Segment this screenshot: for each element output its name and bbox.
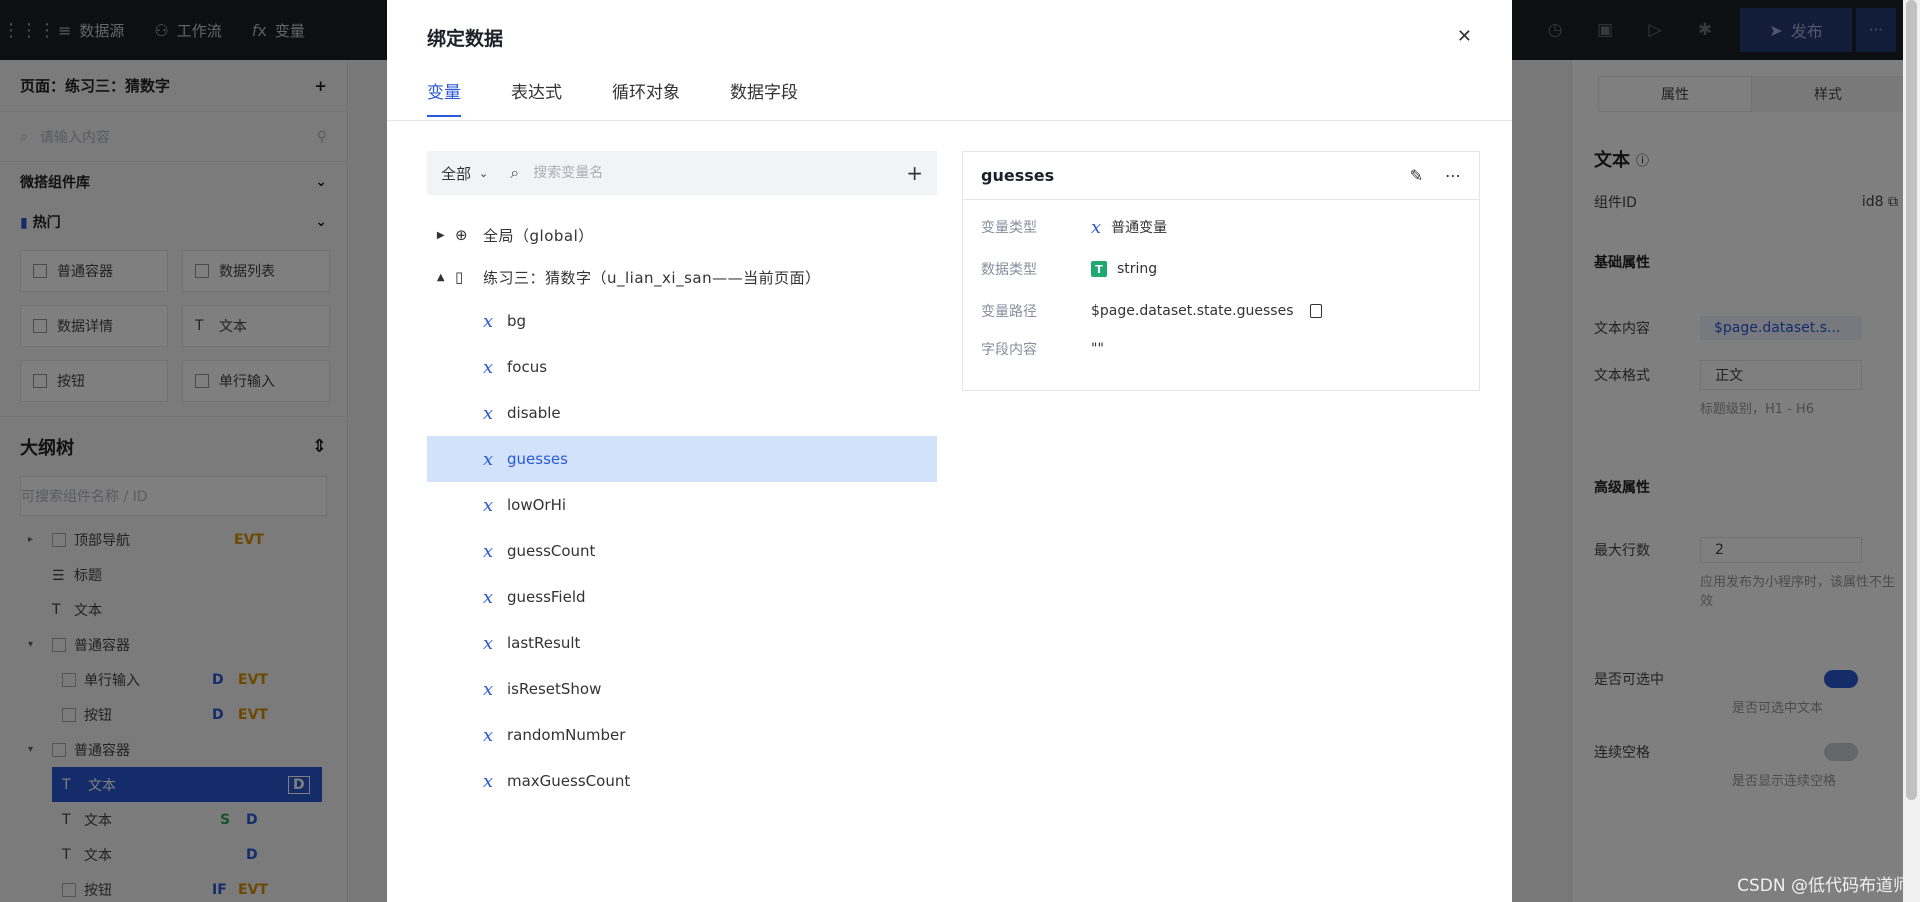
variable-detail-card: guesses ✎ ⋯ 变量类型 x 普通变量 数据类型 Tstring 变量路径…	[962, 151, 1480, 391]
variable-icon: x	[483, 540, 494, 562]
tab-expression[interactable]: 表达式	[511, 78, 562, 117]
variable-item[interactable]: x guessField	[427, 574, 937, 620]
watermark: CSDN @低代码布道师	[1737, 876, 1910, 896]
variable-icon: x	[483, 310, 494, 332]
detail-value-wrap: Tstring	[1091, 261, 1157, 277]
chevron-down-icon: ⌄	[479, 166, 489, 180]
add-variable-icon[interactable]: +	[906, 161, 923, 185]
caret-down-icon[interactable]: ▲	[427, 272, 455, 283]
variable-icon: x	[483, 770, 494, 792]
variable-icon: x	[483, 356, 494, 378]
variable-label: maxGuessCount	[507, 772, 631, 790]
variable-list: x bg x focus x disable x guesses x lowOrHi x guessC…	[427, 298, 937, 804]
variable-tree: ▶ ⊕ 全局（global） ▲ ▯ 练习三：猜数字（u_lian_xi_san…	[427, 214, 937, 804]
variable-label: lowOrHi	[507, 496, 567, 514]
modal-tabs: 变量 表达式 循环对象 数据字段	[427, 78, 798, 117]
modal-title: 绑定数据	[427, 28, 504, 50]
detail-row-var-type: 变量类型 x 普通变量	[963, 206, 1479, 248]
variable-label: guessCount	[507, 542, 596, 560]
variable-icon: x	[483, 678, 494, 700]
variable-item[interactable]: x disable	[427, 390, 937, 436]
copy-icon[interactable]	[1309, 304, 1322, 318]
search-icon: ⌕	[510, 163, 520, 182]
tab-data-field[interactable]: 数据字段	[730, 78, 798, 117]
detail-path: $page.dataset.state.guesses	[1091, 303, 1294, 319]
detail-variable-name: guesses	[981, 166, 1055, 185]
variable-search-input[interactable]	[533, 165, 864, 181]
scope-dropdown[interactable]: 全部 ⌄	[427, 163, 502, 184]
page-scrollbar[interactable]	[1903, 0, 1920, 902]
variable-label: isResetShow	[507, 680, 602, 698]
close-icon[interactable]: ✕	[1457, 26, 1472, 47]
variable-item[interactable]: x isResetShow	[427, 666, 937, 712]
variable-label: focus	[507, 358, 548, 376]
variable-label: guessField	[507, 588, 586, 606]
globe-icon: ⊕	[455, 226, 469, 244]
variable-icon: x	[483, 586, 494, 608]
variable-label: randomNumber	[507, 726, 626, 744]
variable-icon: x	[483, 724, 494, 746]
detail-value-wrap: x 普通变量	[1091, 217, 1167, 238]
variable-icon: x	[483, 494, 494, 516]
variable-label: disable	[507, 404, 561, 422]
tab-variables[interactable]: 变量	[427, 78, 461, 117]
variable-icon: x	[1091, 216, 1102, 238]
variable-item[interactable]: x lowOrHi	[427, 482, 937, 528]
variable-item[interactable]: x bg	[427, 298, 937, 344]
variable-icon: x	[483, 402, 494, 424]
detail-data-type: string	[1117, 261, 1158, 277]
variable-toolbar: 全部 ⌄ ⌕ +	[427, 151, 937, 195]
variable-item[interactable]: x randomNumber	[427, 712, 937, 758]
group-page-label: 练习三：猜数字（u_lian_xi_san——当前页面）	[483, 268, 821, 287]
edit-icon[interactable]: ✎	[1410, 166, 1423, 185]
detail-label: 字段内容	[981, 342, 1037, 358]
more-icon[interactable]: ⋯	[1445, 166, 1461, 185]
detail-label: 变量路径	[981, 304, 1037, 320]
tab-divider	[387, 120, 1512, 121]
variable-label: guesses	[507, 450, 568, 468]
variable-item[interactable]: x maxGuessCount	[427, 758, 937, 804]
variable-icon: x	[483, 632, 494, 654]
detail-row-content: 字段内容 ""	[963, 332, 1479, 366]
group-global[interactable]: ▶ ⊕ 全局（global）	[427, 214, 937, 256]
detail-var-type: 普通变量	[1111, 220, 1168, 236]
tab-loop-object[interactable]: 循环对象	[612, 78, 680, 117]
variable-item[interactable]: x focus	[427, 344, 937, 390]
page-icon: ▯	[455, 268, 464, 286]
scroll-thumb[interactable]	[1906, 0, 1917, 800]
bind-data-modal: 绑定数据 ✕ 变量 表达式 循环对象 数据字段 全部 ⌄ ⌕ + ▶ ⊕ 全局（…	[387, 0, 1512, 902]
detail-value-wrap: $page.dataset.state.guesses	[1091, 303, 1322, 319]
detail-row-data-type: 数据类型 Tstring	[963, 248, 1479, 290]
detail-label: 变量类型	[981, 220, 1037, 236]
variable-item[interactable]: x guessCount	[427, 528, 937, 574]
variable-item-selected[interactable]: x guesses	[427, 436, 937, 482]
group-current-page[interactable]: ▲ ▯ 练习三：猜数字（u_lian_xi_san——当前页面）	[427, 256, 937, 298]
variable-icon: x	[483, 448, 494, 470]
detail-header: guesses ✎ ⋯	[963, 152, 1479, 200]
caret-right-icon[interactable]: ▶	[427, 230, 455, 241]
detail-row-path: 变量路径 $page.dataset.state.guesses	[963, 290, 1479, 332]
string-type-icon: T	[1091, 261, 1107, 277]
detail-content: ""	[1091, 341, 1104, 357]
detail-label: 数据类型	[981, 262, 1037, 278]
variable-label: lastResult	[507, 634, 581, 652]
variable-item[interactable]: x lastResult	[427, 620, 937, 666]
scope-label: 全部	[441, 164, 472, 183]
group-global-label: 全局（global）	[483, 226, 594, 245]
variable-label: bg	[507, 312, 527, 330]
